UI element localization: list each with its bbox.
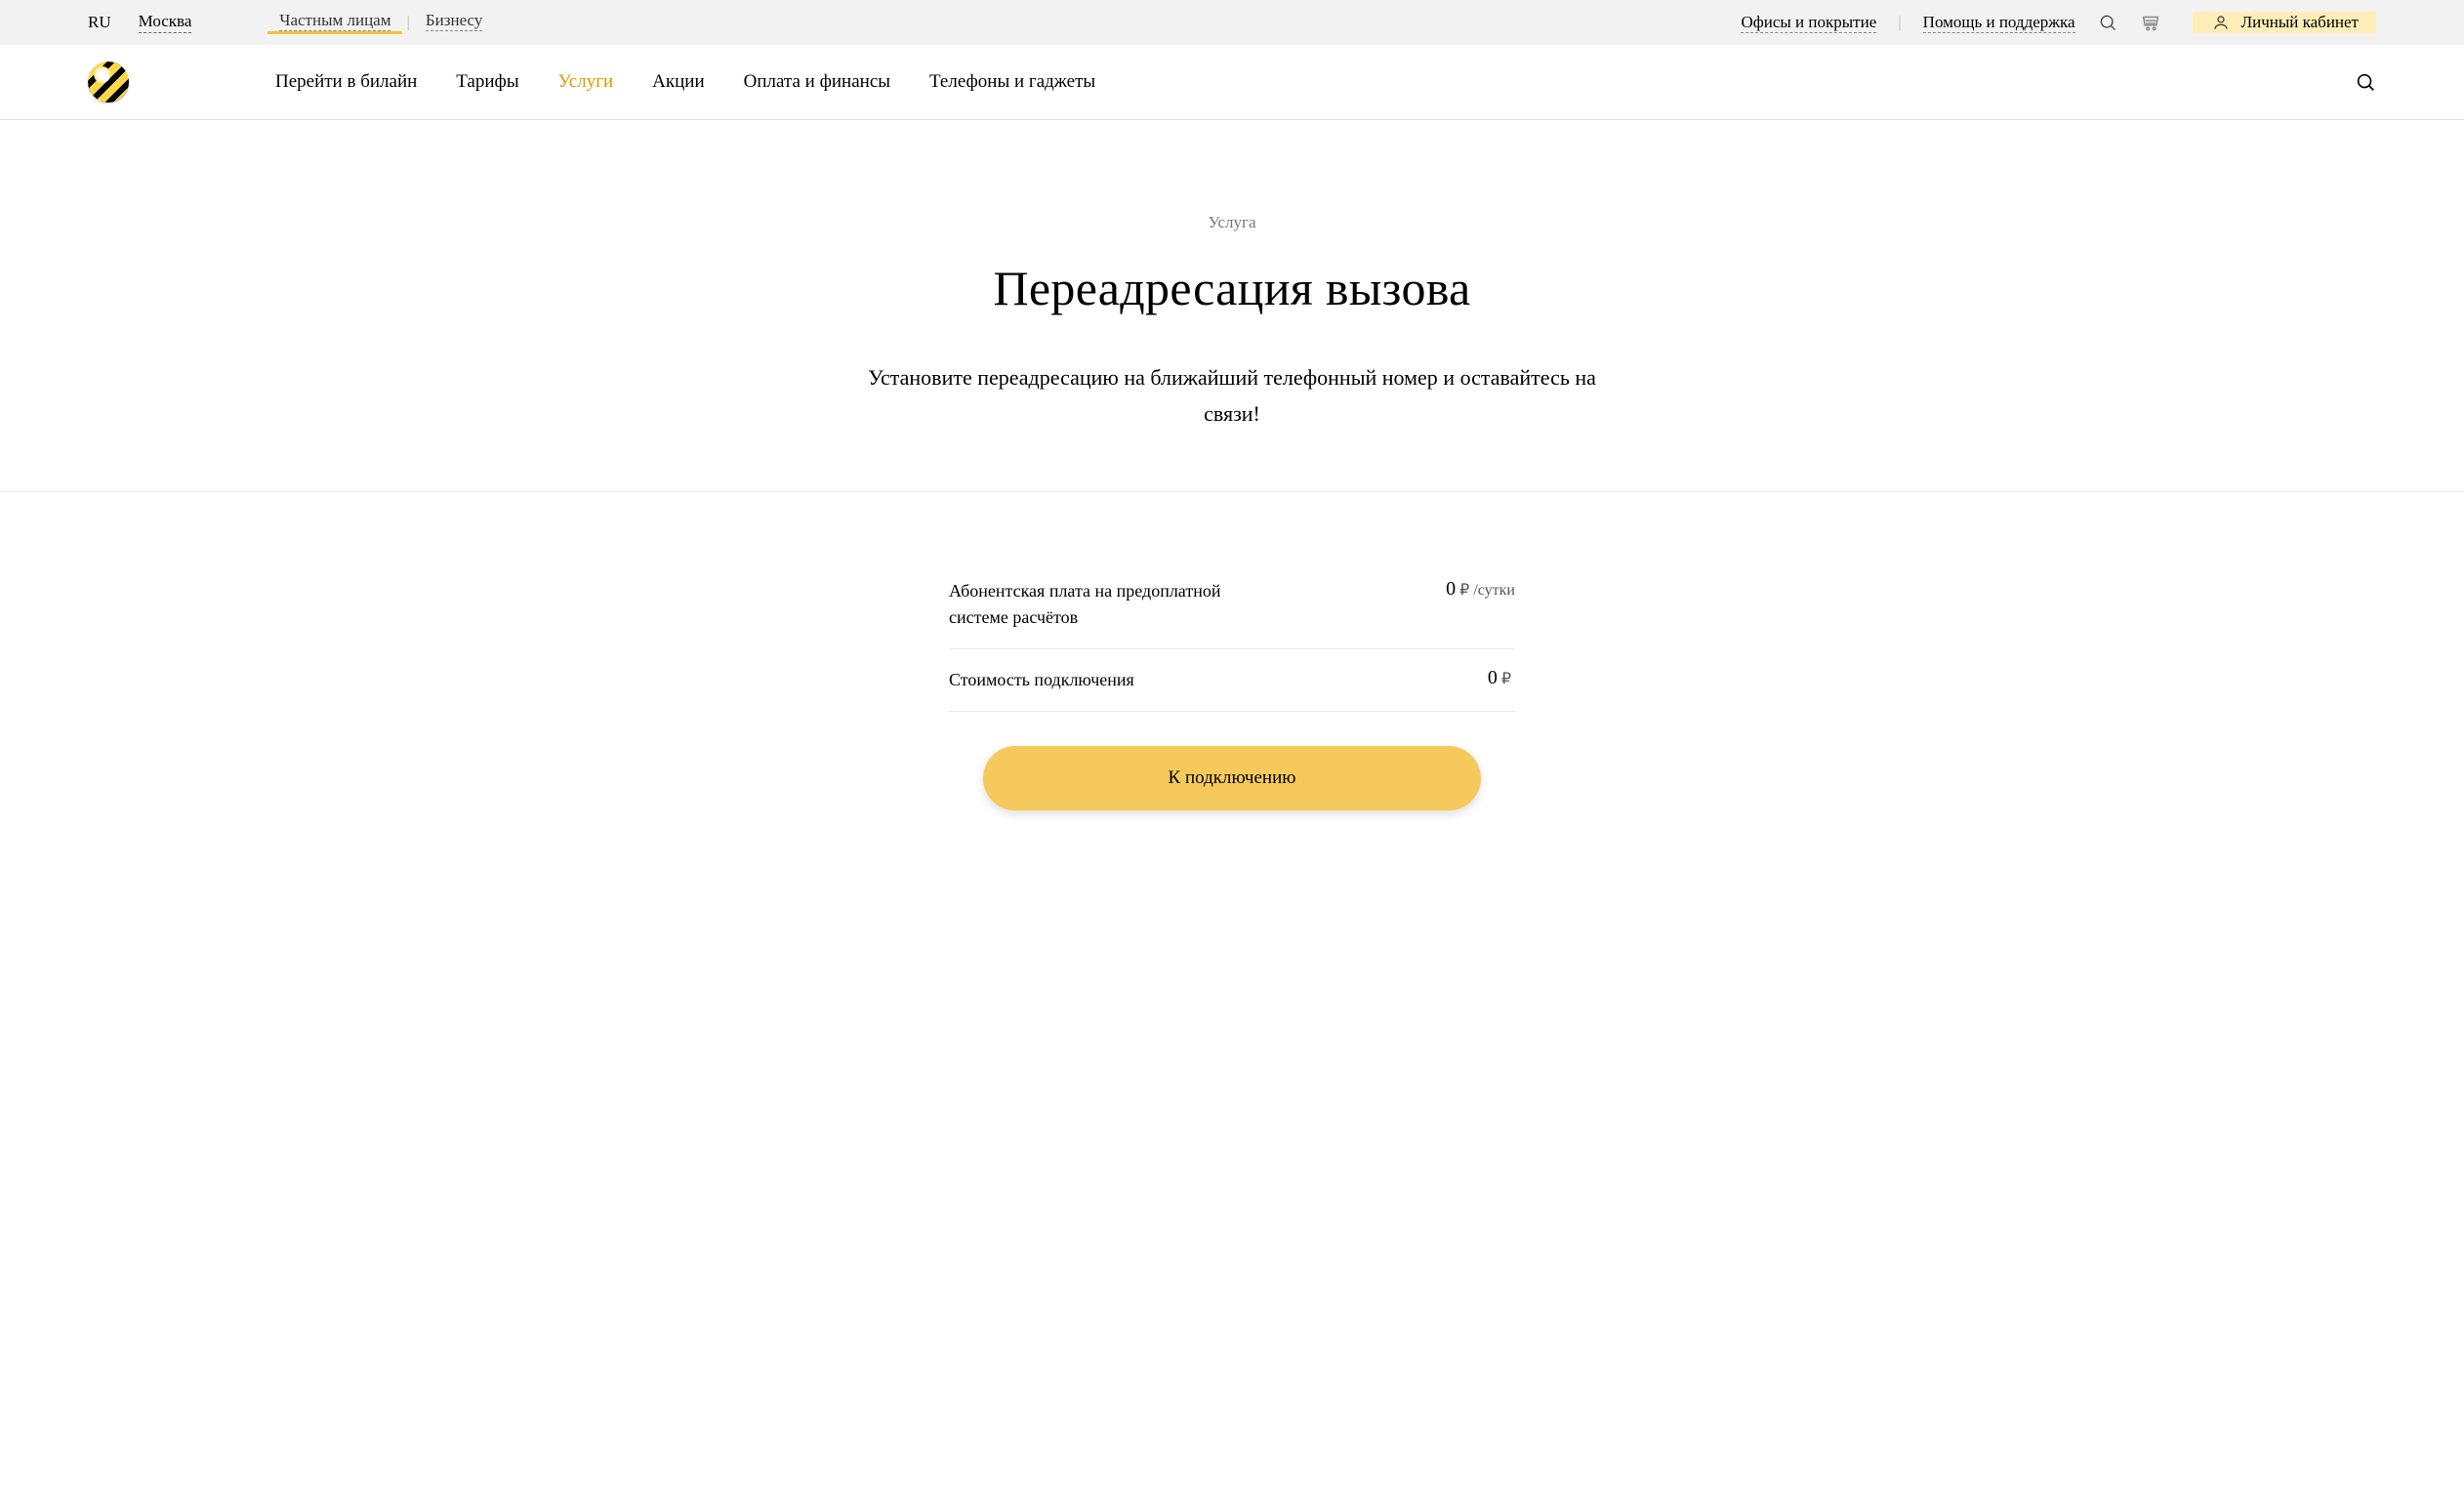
hero: Услуга Переадресация вызова Установите п… <box>0 120 2464 492</box>
pricing-row: Стоимость подключения 0 ₽ <box>949 649 1515 712</box>
top-link-separator: | <box>1898 13 1901 32</box>
pricing-currency: ₽ <box>1501 669 1511 688</box>
hero-eyebrow: Услуга <box>20 213 2444 232</box>
user-icon <box>2210 12 2232 33</box>
nav-link-payments[interactable]: Оплата и финансы <box>744 71 890 93</box>
personal-account-button[interactable]: Личный кабинет <box>2193 12 2376 33</box>
mainnav-wrap: Перейти в билайн Тарифы Услуги Акции Опл… <box>0 45 2464 120</box>
nav-link-switch[interactable]: Перейти в билайн <box>275 71 417 93</box>
top-link-offices[interactable]: Офисы и покрытие <box>1741 13 1876 33</box>
search-icon[interactable] <box>2097 12 2118 33</box>
segment-tab-label: Бизнесу <box>426 11 482 31</box>
pricing-value: 0 ₽ <box>1488 667 1515 689</box>
city-selector[interactable]: Москва <box>139 12 192 33</box>
personal-account-label: Личный кабинет <box>2241 13 2359 32</box>
pricing-amount: 0 <box>1488 667 1498 689</box>
nav-links: Перейти в билайн Тарифы Услуги Акции Опл… <box>275 71 1095 93</box>
pricing-value: 0 ₽/сутки <box>1446 578 1515 601</box>
nav-link-services[interactable]: Услуги <box>558 71 614 93</box>
pricing-amount: 0 <box>1446 578 1456 601</box>
segment-tabs: Частным лицам | Бизнесу <box>267 11 494 34</box>
segment-separator: | <box>406 13 409 32</box>
pricing-row: Абонентская плата на предоплатной систем… <box>949 560 1515 649</box>
nav-link-gadgets[interactable]: Телефоны и гаджеты <box>929 71 1095 93</box>
pricing-label: Стоимость подключения <box>949 667 1252 693</box>
language-switch[interactable]: RU <box>88 13 111 32</box>
logo[interactable] <box>88 62 129 103</box>
segment-tab-business[interactable]: Бизнесу <box>414 11 494 34</box>
cart-icon[interactable] <box>2140 12 2161 33</box>
hero-subtitle: Установите переадресацию на ближайший те… <box>861 359 1603 433</box>
pricing-currency: ₽ <box>1459 580 1469 600</box>
topbar-right: Офисы и покрытие | Помощь и поддержка Ли… <box>1741 12 2376 33</box>
topbar-left: RU Москва Частным лицам | Бизнесу <box>88 11 494 34</box>
pricing-unit: /сутки <box>1473 582 1515 600</box>
nav-search-icon[interactable] <box>2355 71 2376 93</box>
segment-tab-personal[interactable]: Частным лицам <box>267 11 402 34</box>
top-link-support[interactable]: Помощь и поддержка <box>1923 13 2075 33</box>
nav-link-tariffs[interactable]: Тарифы <box>456 71 518 93</box>
mainnav: Перейти в билайн Тарифы Услуги Акции Опл… <box>0 45 2464 119</box>
topbar: RU Москва Частным лицам | Бизнесу Офисы … <box>0 0 2464 45</box>
pricing-label: Абонентская плата на предоплатной систем… <box>949 578 1252 631</box>
cta-wrap: К подключению <box>949 746 1515 810</box>
segment-tab-label: Частным лицам <box>279 11 390 31</box>
page-title: Переадресация вызова <box>20 260 2444 316</box>
pricing-block: Абонентская плата на предоплатной систем… <box>929 560 1535 810</box>
nav-link-promo[interactable]: Акции <box>652 71 704 93</box>
connect-button[interactable]: К подключению <box>983 746 1481 810</box>
